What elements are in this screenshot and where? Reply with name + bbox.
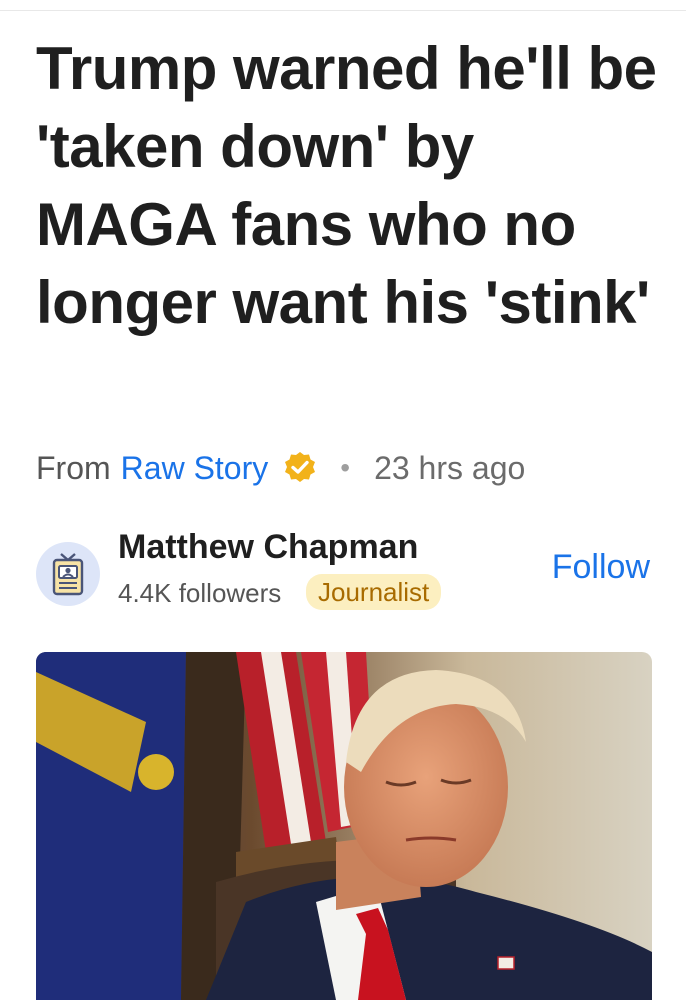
hero-photo (36, 652, 652, 1000)
author-avatar[interactable] (36, 542, 100, 606)
top-divider (0, 10, 686, 11)
verified-badge-icon (282, 450, 318, 486)
follow-button[interactable]: Follow (552, 548, 650, 587)
author-name[interactable]: Matthew Chapman (118, 528, 418, 567)
meta-separator: • (340, 452, 351, 483)
from-label: From (36, 449, 111, 486)
article-meta: From Raw Story • 23 hrs ago (36, 446, 525, 490)
id-badge-icon (52, 553, 84, 596)
author-row: Matthew Chapman 4.4K followers Journalis… (36, 522, 656, 612)
journalist-badge: Journalist (306, 574, 442, 610)
hero-image[interactable] (36, 652, 652, 1000)
source-link[interactable]: Raw Story (121, 450, 269, 487)
publish-time: 23 hrs ago (374, 449, 526, 486)
article-page: Trump warned he'll be 'taken down' by MA… (0, 0, 686, 1000)
author-followers: 4.4K followers (118, 578, 282, 608)
article-headline: Trump warned he'll be 'taken down' by MA… (36, 35, 657, 336)
